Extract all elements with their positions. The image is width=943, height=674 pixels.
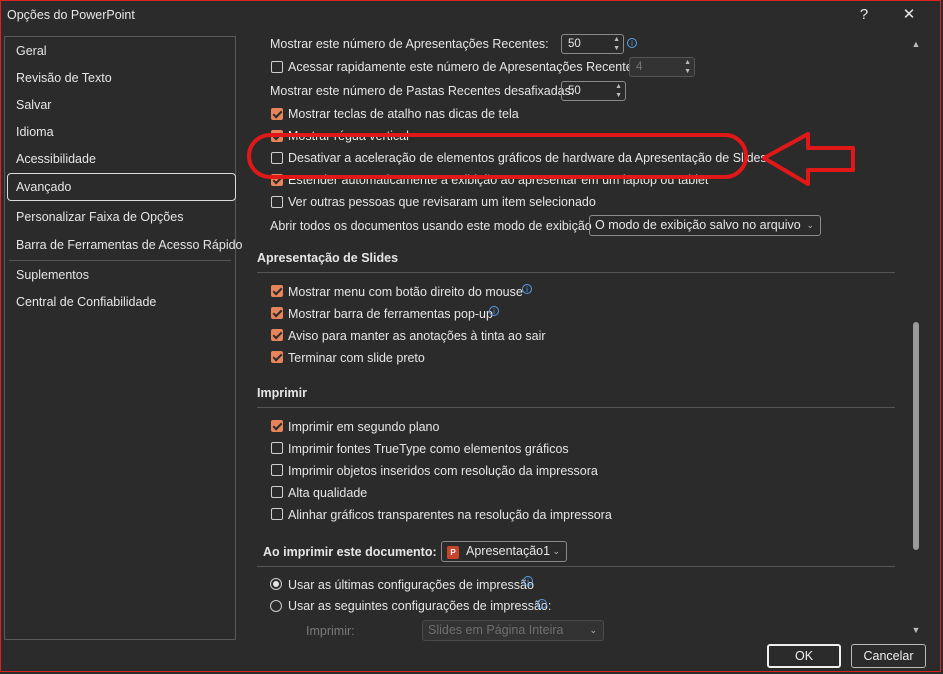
- sidebar-item-avancado[interactable]: Avançado: [16, 180, 71, 194]
- recent-folders-spinner[interactable]: 50 ▲ ▼: [561, 81, 626, 101]
- spinner-arrows-icon[interactable]: ▲ ▼: [615, 82, 622, 100]
- document-dropdown[interactable]: P Apresentação1 ⌄: [441, 541, 567, 562]
- quick-access-checkbox[interactable]: [271, 61, 283, 73]
- sidebar-item-salvar[interactable]: Salvar: [16, 98, 51, 112]
- section-divider: [257, 407, 895, 408]
- recent-folders-value: 50: [568, 85, 581, 97]
- document-value: Apresentação1: [466, 544, 551, 558]
- print-heading: Imprimir: [257, 386, 308, 400]
- info-icon: i: [537, 599, 547, 609]
- printer-resolution-label: Imprimir objetos inseridos com resolução…: [288, 464, 598, 478]
- print-doc-heading: Ao imprimir este documento:: [263, 545, 437, 559]
- high-quality-checkbox[interactable]: [271, 486, 283, 498]
- popup-toolbar-label: Mostrar barra de ferramentas pop-up: [288, 307, 493, 321]
- info-icon: i: [523, 576, 533, 586]
- recent-folders-label: Mostrar este número de Pastas Recentes d…: [270, 84, 575, 98]
- section-divider: [257, 272, 895, 273]
- sidebar-item-revisao[interactable]: Revisão de Texto: [16, 71, 112, 85]
- open-view-value: O modo de exibição salvo no arquivo: [595, 218, 801, 232]
- info-icon: i: [522, 284, 532, 294]
- print-what-label: Imprimir:: [306, 624, 355, 638]
- ok-button[interactable]: OK: [767, 644, 841, 668]
- truetype-checkbox[interactable]: [271, 442, 283, 454]
- sidebar-divider: [9, 260, 231, 261]
- popup-toolbar-checkbox[interactable]: [271, 307, 283, 319]
- annotation-arrow-icon: [762, 132, 855, 186]
- sidebar-item-barra-acesso[interactable]: Barra de Ferramentas de Acesso Rápido: [16, 238, 243, 252]
- vertical-scrollbar[interactable]: ▲ ▼: [909, 36, 923, 640]
- see-reviewers-checkbox[interactable]: [271, 196, 283, 208]
- scroll-down-icon[interactable]: ▼: [910, 625, 922, 635]
- print-what-dropdown[interactable]: Slides em Página Inteira ⌄: [422, 620, 604, 641]
- sidebar-item-personalizar[interactable]: Personalizar Faixa de Opções: [16, 210, 183, 224]
- sidebar-item-geral[interactable]: Geral: [16, 44, 47, 58]
- close-icon[interactable]: ✕: [897, 5, 921, 25]
- help-icon[interactable]: ?: [852, 5, 876, 25]
- quick-access-spinner[interactable]: 4 ▲ ▼: [629, 57, 695, 77]
- section-divider: [257, 566, 895, 567]
- open-view-dropdown[interactable]: O modo de exibição salvo no arquivo ⌄: [589, 215, 821, 236]
- black-slide-checkbox[interactable]: [271, 351, 283, 363]
- sidebar-item-idioma[interactable]: Idioma: [16, 125, 54, 139]
- annotation-highlight: [247, 133, 748, 179]
- sidebar-item-suplementos[interactable]: Suplementos: [16, 268, 89, 282]
- sidebar-item-acessibilidade[interactable]: Acessibilidade: [16, 152, 96, 166]
- chevron-down-icon: ⌄: [552, 546, 560, 556]
- powerpoint-icon: P: [447, 546, 459, 559]
- high-quality-label: Alta qualidade: [288, 486, 368, 500]
- cancel-button[interactable]: Cancelar: [851, 644, 926, 668]
- last-settings-label: Usar as últimas configurações de impress…: [288, 578, 534, 592]
- following-settings-label: Usar as seguintes configurações de impre…: [288, 599, 552, 613]
- recent-presentations-value: 50: [568, 38, 581, 50]
- transparent-graphics-label: Alinhar gráficos transparentes na resolu…: [288, 508, 612, 522]
- window-title: Opções do PowerPoint: [7, 8, 135, 22]
- truetype-label: Imprimir fontes TrueType como elementos …: [288, 442, 569, 456]
- open-view-label: Abrir todos os documentos usando este mo…: [270, 219, 592, 233]
- chevron-down-icon: ⌄: [589, 625, 597, 635]
- chevron-down-icon: ⌄: [806, 220, 814, 230]
- quick-access-value: 4: [636, 61, 643, 73]
- options-panel: Mostrar este número de Apresentações Rec…: [250, 30, 910, 642]
- see-reviewers-label: Ver outras pessoas que revisaram um item…: [288, 195, 596, 209]
- following-settings-radio[interactable]: [270, 600, 282, 612]
- slideshow-menu-label: Mostrar menu com botão direito do mouse: [288, 285, 523, 299]
- sidebar: Geral Revisão de Texto Salvar Idioma Ace…: [4, 36, 243, 640]
- slideshow-heading: Apresentação de Slides: [257, 251, 399, 265]
- transparent-graphics-checkbox[interactable]: [271, 508, 283, 520]
- slideshow-menu-checkbox[interactable]: [271, 285, 283, 297]
- spinner-arrows-icon[interactable]: ▲ ▼: [613, 35, 620, 53]
- spinner-arrows-icon[interactable]: ▲ ▼: [684, 58, 691, 76]
- info-icon: i: [489, 306, 499, 316]
- ink-prompt-label: Aviso para manter as anotações à tinta a…: [288, 329, 546, 343]
- print-background-checkbox[interactable]: [271, 420, 283, 432]
- black-slide-label: Terminar com slide preto: [288, 351, 425, 365]
- info-icon: i: [627, 38, 637, 48]
- quick-access-label: Acessar rapidamente este número de Apres…: [288, 60, 643, 74]
- scrollbar-thumb[interactable]: [913, 322, 919, 550]
- recent-presentations-label: Mostrar este número de Apresentações Rec…: [270, 37, 549, 51]
- scroll-up-icon[interactable]: ▲: [910, 39, 922, 49]
- last-settings-radio[interactable]: [270, 578, 282, 590]
- shortcut-keys-label: Mostrar teclas de atalho nas dicas de te…: [288, 107, 519, 121]
- sidebar-item-confiabilidade[interactable]: Central de Confiabilidade: [16, 295, 156, 309]
- recent-presentations-spinner[interactable]: 50 ▲ ▼: [561, 34, 624, 54]
- print-background-label: Imprimir em segundo plano: [288, 420, 440, 434]
- shortcut-keys-checkbox[interactable]: [271, 108, 283, 120]
- print-what-value: Slides em Página Inteira: [428, 623, 564, 637]
- ink-prompt-checkbox[interactable]: [271, 329, 283, 341]
- printer-resolution-checkbox[interactable]: [271, 464, 283, 476]
- title-bar: Opções do PowerPoint ? ✕: [1, 1, 940, 29]
